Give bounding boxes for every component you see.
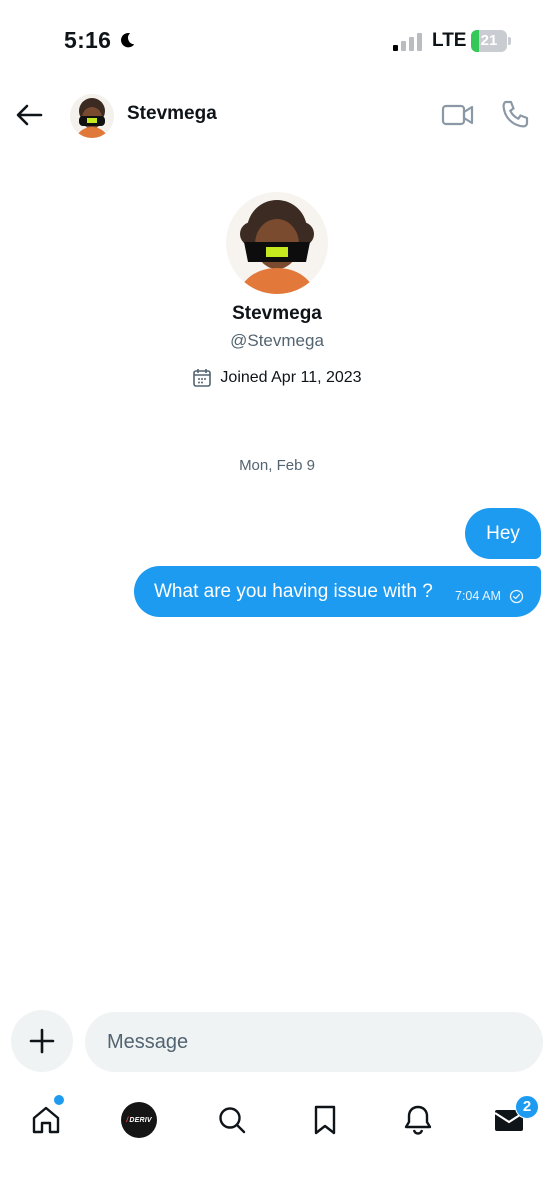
sent-check-icon	[509, 589, 524, 604]
message-text: Hey	[486, 522, 520, 544]
tab-search[interactable]	[207, 1095, 257, 1145]
conversation-header: Stevmega	[0, 80, 554, 150]
moon-icon	[121, 32, 135, 48]
bell-icon	[404, 1105, 432, 1135]
joined-date-row: Joined Apr 11, 2023	[0, 368, 554, 388]
status-bar: 5:16 LTE 21	[0, 0, 554, 80]
messages-badge: 2	[515, 1095, 539, 1119]
home-notification-dot	[54, 1095, 64, 1105]
message-input[interactable]	[85, 1012, 543, 1072]
deriv-logo: / DERIV	[121, 1102, 157, 1138]
home-icon	[32, 1106, 60, 1134]
back-button[interactable]	[12, 98, 46, 132]
avatar[interactable]	[70, 94, 114, 138]
message-time: 7:04 AM	[455, 589, 501, 603]
calendar-icon	[193, 369, 212, 387]
tab-deriv[interactable]: / DERIV	[114, 1095, 164, 1145]
network-type: LTE	[432, 30, 467, 51]
message-text: What are you having issue with ?	[154, 580, 433, 602]
battery-icon: 21	[471, 30, 511, 52]
plus-icon	[29, 1028, 55, 1054]
tab-bookmarks[interactable]	[300, 1095, 350, 1145]
profile-name: Stevmega	[232, 303, 322, 324]
back-arrow-icon	[16, 104, 43, 126]
status-time: 5:16	[64, 27, 112, 53]
message-bubble[interactable]: Hey	[465, 508, 541, 559]
date-divider: Mon, Feb 9	[239, 457, 315, 474]
profile-avatar[interactable]	[226, 192, 328, 294]
tab-bar: / DERIV	[0, 1085, 554, 1155]
bookmark-icon	[314, 1105, 336, 1135]
tab-home[interactable]	[21, 1095, 71, 1145]
phone-icon[interactable]	[498, 98, 532, 132]
joined-date: Joined Apr 11, 2023	[220, 369, 362, 386]
header-name[interactable]: Stevmega	[127, 103, 217, 125]
add-media-button[interactable]	[11, 1010, 73, 1072]
tab-notifications[interactable]	[393, 1095, 443, 1145]
battery-percent: 21	[480, 32, 498, 49]
search-icon	[219, 1107, 246, 1134]
signal-icon	[393, 33, 422, 51]
video-call-icon[interactable]	[440, 99, 476, 131]
profile-handle: @Stevmega	[230, 331, 324, 350]
